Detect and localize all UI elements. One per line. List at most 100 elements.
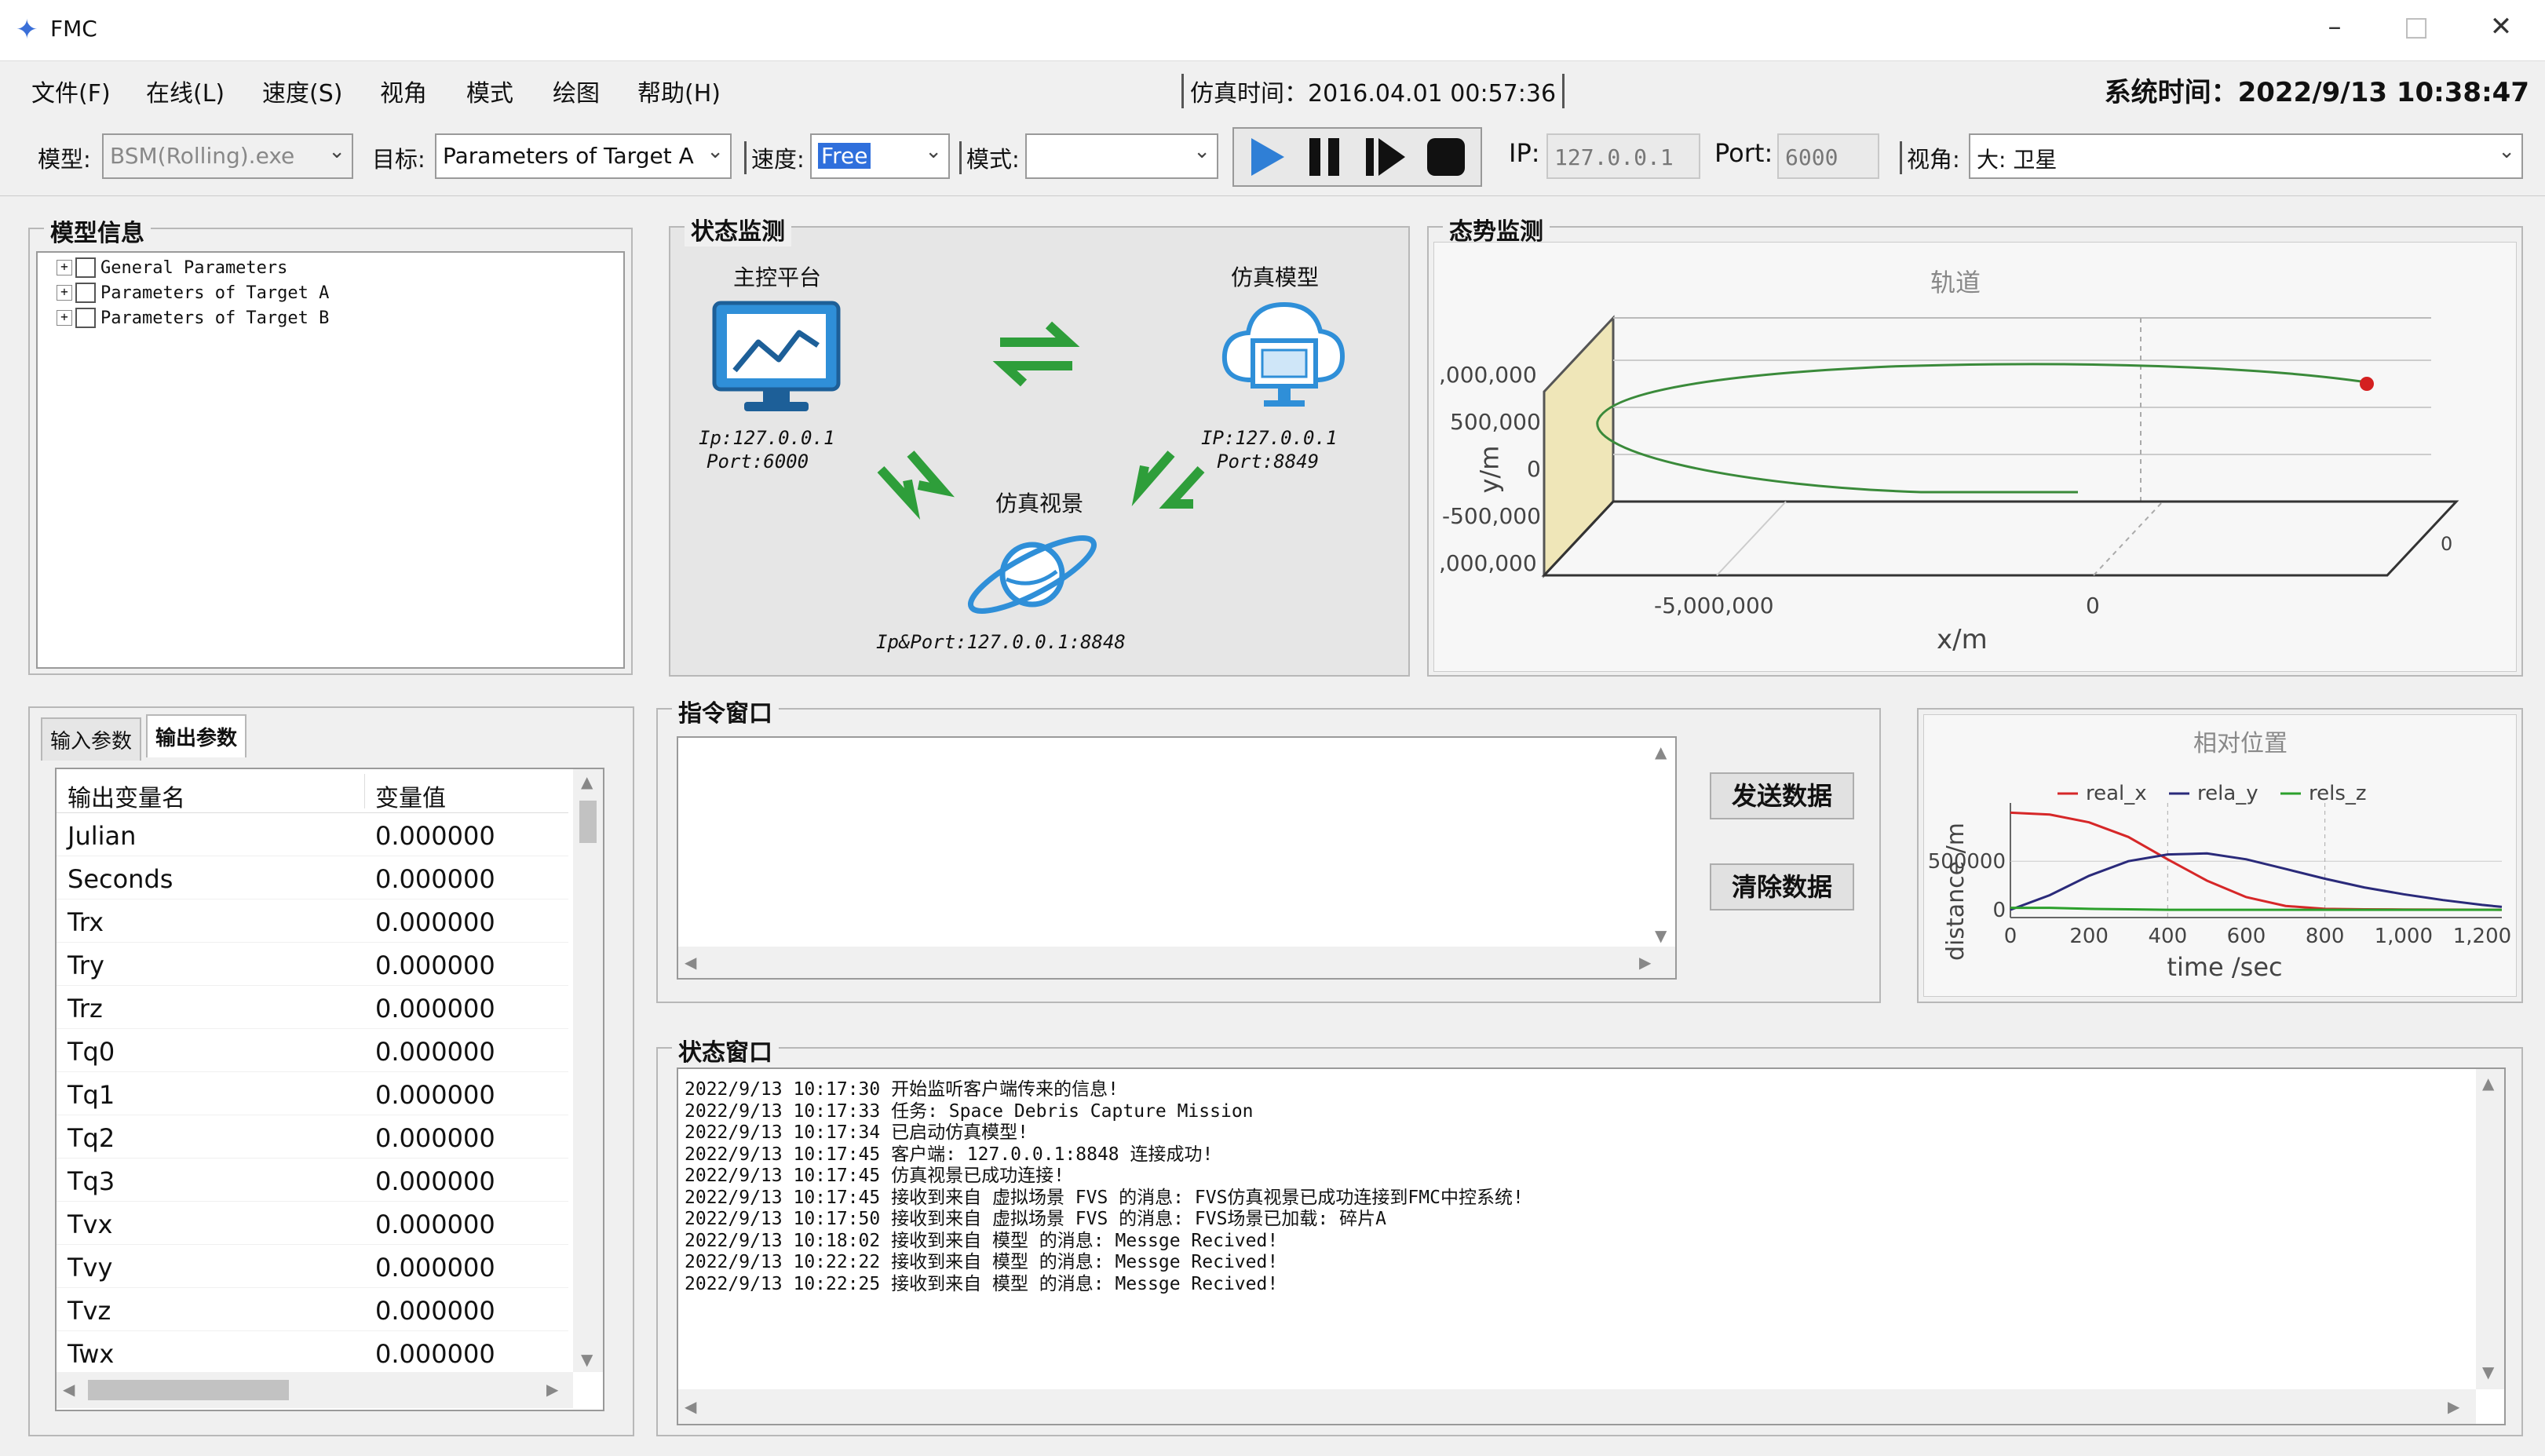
pause-icon[interactable] — [1302, 133, 1349, 181]
horizontal-scrollbar[interactable]: ◀ ▶ — [57, 1372, 573, 1408]
scroll-thumb[interactable] — [579, 801, 597, 843]
send-data-button[interactable]: 发送数据 — [1710, 772, 1854, 819]
table-row[interactable]: Tvx 0.000000 — [57, 1202, 568, 1245]
series-line-rela_y — [2010, 852, 2503, 911]
app-icon: ✦ — [16, 14, 38, 46]
scroll-down-icon[interactable]: ▼ — [2482, 1363, 2494, 1381]
scroll-right-icon[interactable]: ▶ — [546, 1380, 558, 1399]
horizontal-scrollbar[interactable]: ◀ ▶ — [678, 947, 1675, 978]
system-time: 系统时间：2022/9/13 10:38:47 — [2104, 77, 2529, 108]
model-info-panel: 模型信息 + General Parameters + Parameters o… — [28, 213, 633, 675]
chart-title: 相对位置 — [2193, 730, 2288, 757]
menu-speed[interactable]: 速度(S) — [262, 74, 342, 108]
sim-time: 仿真时间：2016.04.01 00:57:36 — [1181, 74, 1565, 108]
model-tree[interactable]: + General Parameters + Parameters of Tar… — [36, 251, 625, 669]
scroll-right-icon[interactable]: ▶ — [1639, 953, 1651, 972]
scroll-right-icon[interactable]: ▶ — [2448, 1397, 2459, 1416]
target-select[interactable]: Parameters of Target A ⌄ — [435, 133, 732, 179]
scroll-thumb[interactable] — [88, 1380, 289, 1400]
scroll-up-icon[interactable]: ▲ — [581, 772, 593, 791]
table-row[interactable]: Twx 0.000000 — [57, 1331, 568, 1374]
expand-icon[interactable]: + — [57, 285, 72, 301]
table-row[interactable]: Tq1 0.000000 — [57, 1072, 568, 1115]
var-value-cell: 0.000000 — [375, 907, 495, 937]
y-tick: ,000,000 — [1439, 362, 1537, 388]
speed-select[interactable]: Free ⌄ — [810, 133, 950, 179]
scroll-down-icon[interactable]: ▼ — [1655, 926, 1667, 945]
tree-checkbox[interactable] — [75, 308, 96, 328]
status-window-panel: 状态窗口 2022/9/13 10:17:30 开始监听客户端传来的信息! 202… — [656, 1033, 2523, 1436]
col-var-value[interactable]: 变量值 — [375, 779, 446, 813]
menu-view[interactable]: 视角 — [380, 74, 427, 108]
scroll-left-icon[interactable]: ◀ — [63, 1380, 75, 1399]
menu-file[interactable]: 文件(F) — [31, 74, 111, 108]
var-name-cell: Try — [68, 951, 104, 980]
tree-item-target-a[interactable]: + Parameters of Target A — [57, 283, 329, 303]
view-select[interactable]: 大: 卫星 ⌄ — [1969, 133, 2523, 179]
table-row[interactable]: Tq3 0.000000 — [57, 1159, 568, 1202]
ip-field[interactable]: 127.0.0.1 — [1546, 133, 1700, 179]
var-name-cell: Tq1 — [68, 1080, 115, 1110]
command-panel: 指令窗口 ▲ ▼ ◀ ▶ 发送数据 清除数据 — [656, 694, 1881, 1003]
mode-select[interactable]: ⌄ — [1025, 133, 1218, 179]
table-row[interactable]: Trx 0.000000 — [57, 900, 568, 943]
stop-icon[interactable] — [1422, 133, 1470, 181]
tree-checkbox[interactable] — [75, 257, 96, 278]
scroll-up-icon[interactable]: ▲ — [2482, 1074, 2494, 1093]
table-row[interactable]: Try 0.000000 — [57, 943, 568, 986]
menu-online[interactable]: 在线(L) — [146, 74, 225, 108]
maximize-icon[interactable]: □ — [2393, 11, 2440, 42]
minimize-icon[interactable]: – — [2311, 11, 2358, 42]
y-axis-label: distance /m — [1942, 823, 1970, 961]
target-label: 目标: — [372, 146, 425, 173]
speed-select-value: Free — [818, 143, 871, 169]
y-tick: -500,000 — [1442, 503, 1541, 529]
var-value-cell: 0.000000 — [375, 1166, 495, 1196]
scroll-down-icon[interactable]: ▼ — [581, 1350, 593, 1369]
table-row[interactable]: Tvy 0.000000 — [57, 1245, 568, 1288]
menu-help[interactable]: 帮助(H) — [637, 74, 721, 108]
chevron-down-icon: ⌄ — [1193, 140, 1210, 163]
x-tick-label: 200 — [2069, 925, 2109, 948]
table-row[interactable]: Tq0 0.000000 — [57, 1029, 568, 1072]
tab-output-params[interactable]: 输出参数 — [146, 714, 247, 757]
expand-icon[interactable]: + — [57, 260, 72, 276]
step-icon[interactable] — [1361, 133, 1408, 181]
scroll-left-icon[interactable]: ◀ — [685, 953, 696, 972]
scene-address: Ip&Port:127.0.0.1:8848 — [876, 631, 1126, 653]
situation-panel: 态势监测 轨道 ,000,000 500,000 0 -500,000 ,000… — [1427, 212, 2523, 677]
table-row[interactable]: Julian 0.000000 — [57, 813, 568, 856]
menu-mode[interactable]: 模式 — [466, 74, 513, 108]
port-label: Port: — [1714, 138, 1773, 168]
status-log[interactable]: 2022/9/13 10:17:30 开始监听客户端传来的信息! 2022/9/1… — [677, 1067, 2506, 1425]
scroll-left-icon[interactable]: ◀ — [685, 1397, 696, 1416]
tab-input-params[interactable]: 输入参数 — [41, 717, 142, 761]
table-row[interactable]: Trz 0.000000 — [57, 986, 568, 1029]
clear-data-button[interactable]: 清除数据 — [1710, 863, 1854, 910]
table-row[interactable]: Tvz 0.000000 — [57, 1288, 568, 1331]
play-icon[interactable] — [1242, 133, 1289, 181]
tree-item-general[interactable]: + General Parameters — [57, 257, 287, 278]
vertical-scrollbar[interactable]: ▲ ▼ — [2476, 1069, 2504, 1389]
col-var-name[interactable]: 输出变量名 — [68, 779, 185, 813]
command-input[interactable]: ▲ ▼ ◀ ▶ — [677, 736, 1677, 980]
menu-plot[interactable]: 绘图 — [553, 74, 600, 108]
chevron-down-icon: ⌄ — [2498, 140, 2515, 163]
tree-label: Parameters of Target A — [100, 283, 330, 303]
x-axis-label: x/m — [1937, 624, 1988, 655]
table-row[interactable]: Tq2 0.000000 — [57, 1115, 568, 1159]
close-icon[interactable]: ✕ — [2477, 11, 2525, 42]
vertical-scrollbar[interactable]: ▲ ▼ — [573, 769, 603, 1372]
scroll-up-icon[interactable]: ▲ — [1655, 743, 1667, 761]
view-select-value: 大: 卫星 — [1977, 147, 2058, 173]
model-select[interactable]: BSM(Rolling).exe ⌄ — [102, 133, 353, 179]
expand-icon[interactable]: + — [57, 310, 72, 326]
tree-checkbox[interactable] — [75, 283, 96, 303]
tree-item-target-b[interactable]: + Parameters of Target B — [57, 308, 329, 328]
parameters-panel: 输入参数 输出参数 输出变量名 变量值 Julian 0.000000 Second… — [28, 706, 634, 1436]
table-row[interactable]: Seconds 0.000000 — [57, 856, 568, 900]
view-label: 视角: — [1900, 141, 1960, 174]
y-tick: ,000,000 — [1439, 550, 1537, 576]
horizontal-scrollbar[interactable]: ◀ ▶ — [678, 1389, 2476, 1424]
port-field[interactable]: 6000 — [1777, 133, 1879, 179]
